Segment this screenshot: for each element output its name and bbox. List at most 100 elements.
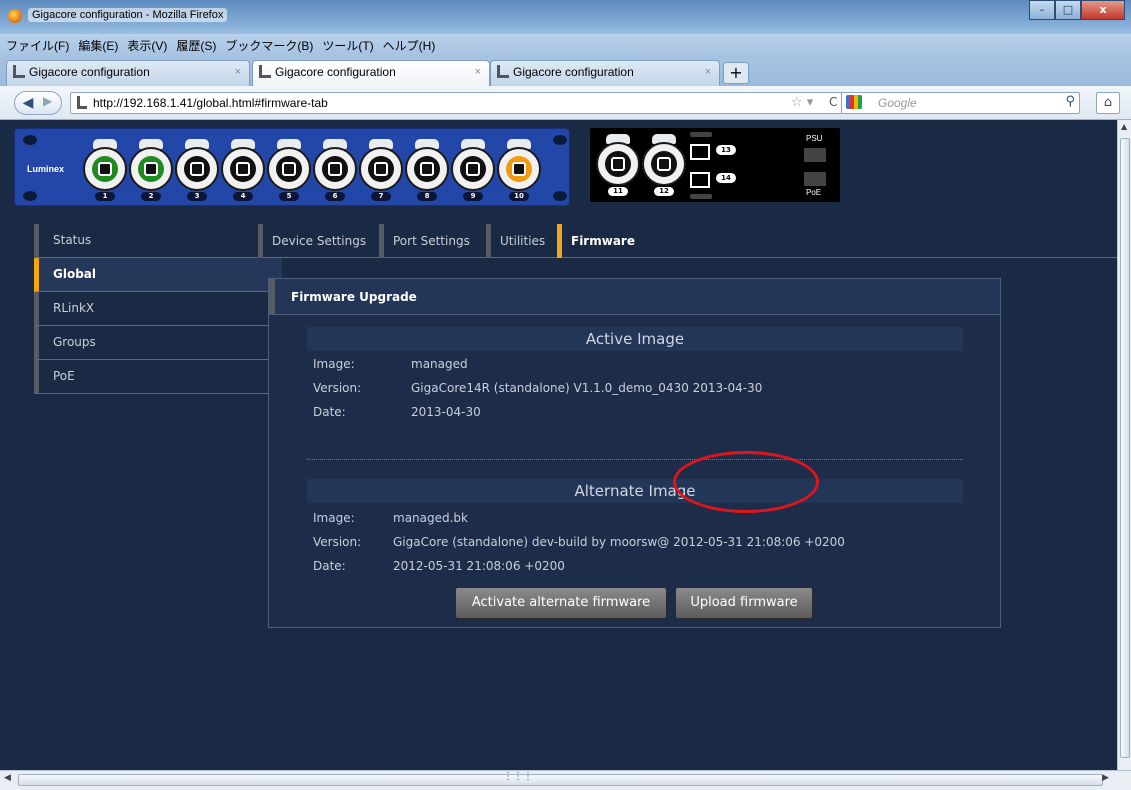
sidebar-item-rlinkx[interactable]: RLinkX: [34, 292, 282, 326]
menu-tools[interactable]: ツール(T): [322, 37, 373, 54]
scroll-grip-icon: ⋮⋮⋮: [503, 771, 533, 782]
vertical-scroll-thumb[interactable]: [1120, 138, 1130, 758]
site-favicon-icon: [77, 96, 87, 109]
rack-hole: [23, 135, 37, 145]
browser-tab-label: Gigacore configuration: [29, 65, 150, 79]
tab-firmware[interactable]: Firmware: [557, 224, 635, 258]
rack-hole: [553, 191, 567, 201]
brand-logo: Luminex: [27, 164, 65, 174]
menu-view[interactable]: 表示(V): [127, 37, 167, 54]
settings-tabs: Device Settings Port Settings Utilities …: [258, 224, 1117, 258]
forward-arrow-icon[interactable]: ▶: [43, 94, 52, 108]
port-1[interactable]: 1: [83, 139, 127, 201]
horizontal-scroll-thumb[interactable]: [18, 774, 1103, 786]
sidebar-item-groups[interactable]: Groups: [34, 326, 282, 360]
upload-firmware-button[interactable]: Upload firmware: [675, 587, 813, 619]
site-favicon-icon: [497, 65, 509, 78]
port-2[interactable]: 2: [129, 139, 173, 201]
section-divider: [307, 459, 963, 460]
browser-tab[interactable]: Gigacore configuration ×: [6, 60, 250, 86]
rack-hole: [553, 135, 567, 145]
port-4[interactable]: 4: [221, 139, 265, 201]
port-7[interactable]: 7: [359, 139, 403, 201]
home-button[interactable]: ⌂: [1096, 92, 1120, 114]
sidebar-item-poe[interactable]: PoE: [34, 360, 282, 394]
scroll-up-icon[interactable]: ▲: [1121, 122, 1127, 131]
sfp-label: 14: [716, 173, 736, 183]
back-arrow-icon[interactable]: ◀: [17, 93, 39, 113]
address-bar[interactable]: http://192.168.1.41/global.html#firmware…: [70, 92, 1080, 114]
tab-utilities[interactable]: Utilities: [486, 224, 545, 258]
active-image-name: managed: [411, 357, 468, 371]
browser-tab-label: Gigacore configuration: [513, 65, 634, 79]
url-text[interactable]: http://192.168.1.41/global.html#firmware…: [93, 96, 328, 110]
window-title: Gigacore configuration - Mozilla Firefox: [28, 8, 228, 22]
sfp-bar: [690, 132, 712, 137]
close-tab-icon[interactable]: ×: [475, 66, 481, 78]
browser-tab-label: Gigacore configuration: [275, 65, 396, 79]
search-placeholder: Google: [878, 96, 917, 110]
scroll-right-icon[interactable]: ▶: [1102, 773, 1109, 783]
minimize-button[interactable]: –: [1029, 0, 1055, 20]
port-5[interactable]: 5: [267, 139, 311, 201]
activate-alternate-firmware-button[interactable]: Activate alternate firmware: [455, 587, 667, 619]
close-tab-icon[interactable]: ×: [705, 66, 711, 78]
port-12[interactable]: 12: [642, 134, 686, 196]
field-label: Date:: [313, 559, 346, 573]
tab-port-settings[interactable]: Port Settings: [379, 224, 470, 258]
sidebar-item-status[interactable]: Status: [34, 224, 282, 258]
port-9[interactable]: 9: [451, 139, 495, 201]
menu-help[interactable]: ヘルプ(H): [383, 37, 436, 54]
active-image-heading: Active Image: [307, 327, 963, 351]
tab-device-settings[interactable]: Device Settings: [258, 224, 366, 258]
search-box[interactable]: Google ⚲: [841, 92, 1081, 114]
firefox-icon: [8, 9, 22, 23]
alternate-image-heading: Alternate Image: [307, 479, 963, 503]
menu-bookmarks[interactable]: ブックマーク(B): [225, 37, 313, 54]
horizontal-scrollbar[interactable]: ◀ ⋮⋮⋮ ▶: [0, 770, 1131, 790]
menu-bar: ファイル(F) 編集(E) 表示(V) 履歴(S) ブックマーク(B) ツール(…: [0, 34, 1131, 56]
port-8[interactable]: 8: [405, 139, 449, 201]
field-label: Version:: [313, 535, 362, 549]
port-3[interactable]: 3: [175, 139, 219, 201]
device-front-panel: Luminex 1 2 3 4 5 6 7 8 9 10: [14, 128, 570, 206]
port-10[interactable]: 10: [497, 139, 541, 201]
psu-label: PSU: [806, 134, 823, 143]
reload-icon[interactable]: C: [829, 95, 837, 109]
navigation-bar: ◀ ▶ http://192.168.1.41/global.html#firm…: [0, 86, 1131, 120]
maximize-button[interactable]: □: [1055, 0, 1081, 20]
port-6[interactable]: 6: [313, 139, 357, 201]
browser-tab-strip: Gigacore configuration × Gigacore config…: [0, 56, 1131, 86]
sidebar: Status Global RLinkX Groups PoE: [34, 224, 282, 394]
site-favicon-icon: [13, 65, 25, 78]
close-button[interactable]: x: [1081, 0, 1125, 20]
menu-edit[interactable]: 編集(E): [78, 37, 118, 54]
google-icon: [846, 95, 862, 109]
poe-label: PoE: [806, 188, 822, 197]
sfp-port-13[interactable]: [690, 144, 710, 160]
sfp-label: 13: [716, 145, 736, 155]
vertical-scrollbar[interactable]: ▲: [1117, 120, 1131, 770]
scroll-left-icon[interactable]: ◀: [4, 773, 11, 783]
menu-file[interactable]: ファイル(F): [6, 37, 69, 54]
active-image-version: GigaCore14R (standalone) V1.1.0_demo_043…: [411, 381, 763, 395]
window-controls: – □ x: [1029, 0, 1125, 20]
alternate-image-version: GigaCore (standalone) dev-build by moors…: [393, 535, 845, 549]
browser-tab[interactable]: Gigacore configuration ×: [490, 60, 720, 86]
site-favicon-icon: [259, 65, 271, 78]
back-forward-group: ◀ ▶: [14, 91, 62, 115]
device-expansion-panel: 11 12 13 14 PSU PoE: [590, 128, 840, 202]
menu-history[interactable]: 履歴(S): [176, 37, 216, 54]
bookmark-star-icon[interactable]: ☆ ▾: [791, 95, 813, 110]
new-tab-button[interactable]: +: [723, 62, 749, 84]
active-image-date: 2013-04-30: [411, 405, 481, 419]
field-label: Image:: [313, 511, 355, 525]
field-label: Image:: [313, 357, 355, 371]
search-icon[interactable]: ⚲: [1065, 94, 1075, 109]
port-11[interactable]: 11: [596, 134, 640, 196]
sfp-port-14[interactable]: [690, 172, 710, 188]
browser-tab-active[interactable]: Gigacore configuration ×: [252, 60, 490, 86]
alternate-image-date: 2012-05-31 21:08:06 +0200: [393, 559, 565, 573]
close-tab-icon[interactable]: ×: [235, 66, 241, 78]
sidebar-item-global[interactable]: Global: [34, 258, 282, 292]
